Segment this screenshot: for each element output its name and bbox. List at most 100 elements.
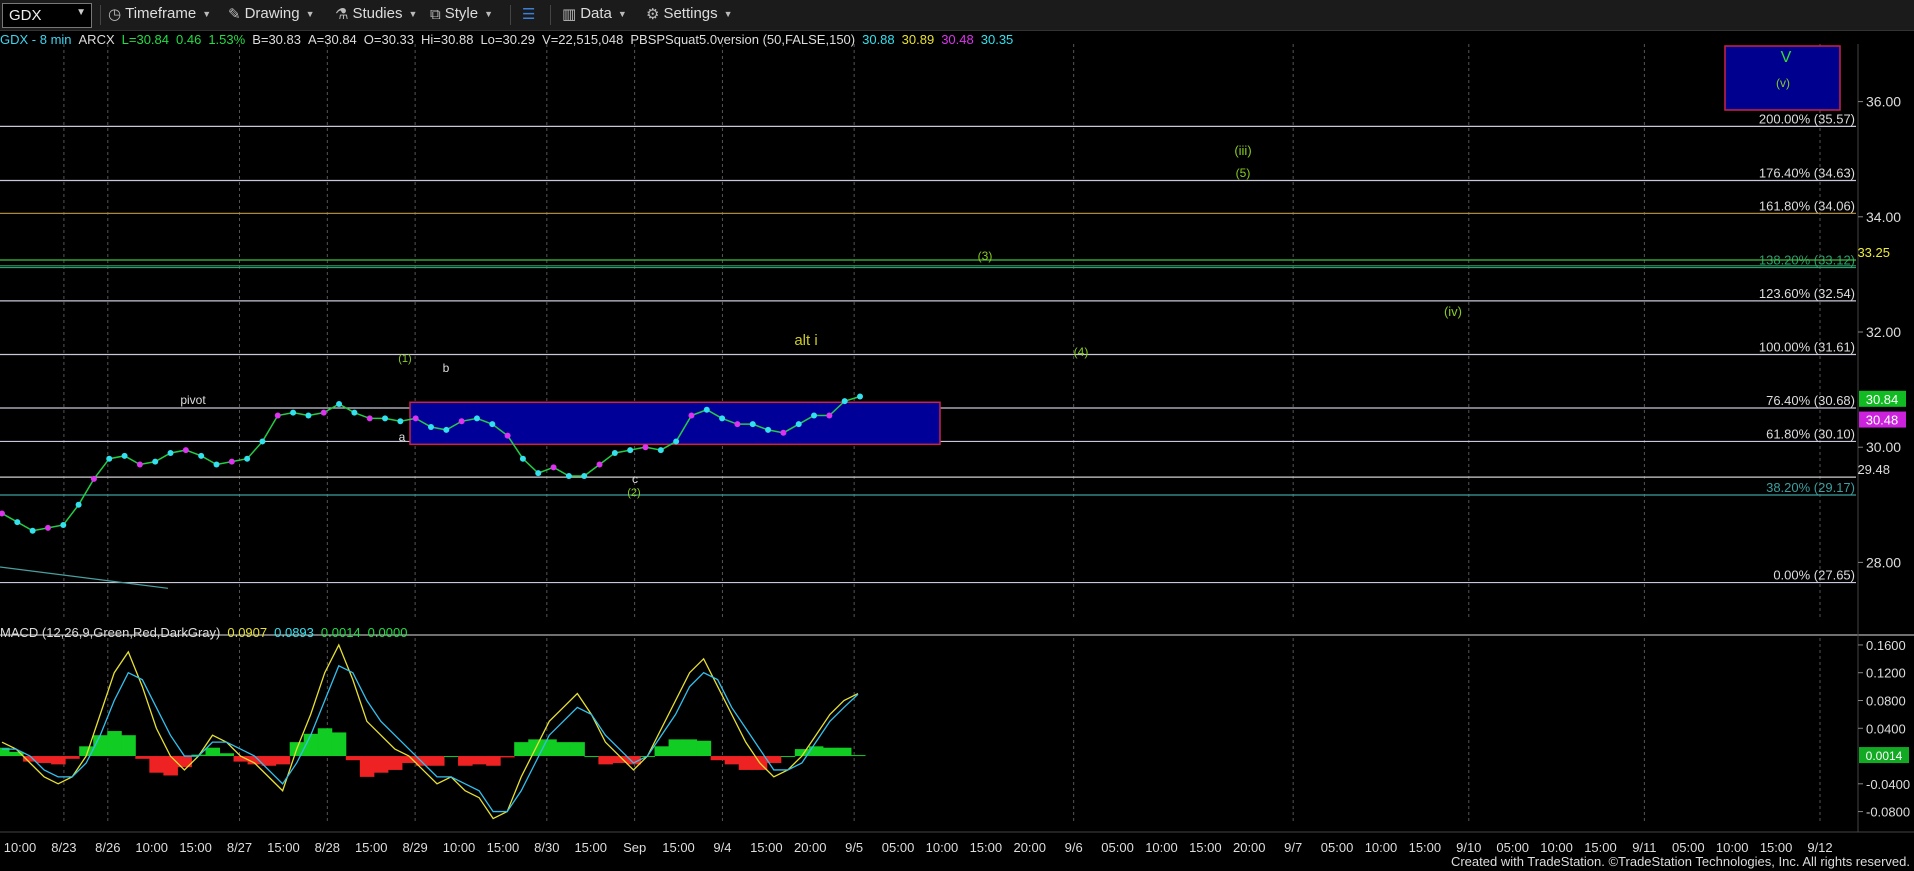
macd-histogram-bar (444, 756, 459, 758)
x-tick-label: 9/11 (1632, 840, 1656, 855)
macd-y-tick-label: 0.1200 (1866, 666, 1906, 681)
macd-info-bar: MACD (12,26,9,Green,Red,DarkGray) 0.0907 0… (0, 625, 414, 641)
chevron-down-icon: ▼ (617, 9, 627, 20)
high: Hi=30.88 (421, 32, 474, 47)
price-dot (213, 461, 220, 468)
wave-label: pivot (180, 393, 206, 407)
gear-icon: ⚙ (646, 6, 660, 24)
layout-button[interactable]: ☰ (522, 5, 539, 25)
y-tick-label: 34.00 (1866, 209, 1901, 225)
x-tick-label: 9/4 (713, 840, 731, 855)
settings-label: Settings (663, 5, 718, 22)
x-tick-label: 15:00 (750, 840, 783, 855)
bid: B=30.83 (252, 32, 301, 47)
wave-label: (5) (1236, 166, 1251, 180)
symbol-interval: GDX - 8 min (0, 32, 72, 47)
data-button[interactable]: ▥ Data ▼ (562, 5, 627, 25)
x-tick-label: 15:00 (487, 840, 520, 855)
indicator-value-1: 30.88 (862, 32, 895, 47)
y-tick-label: 36.00 (1866, 94, 1901, 110)
indicator-value-2: 30.89 (901, 32, 935, 47)
x-tick-label: 8/27 (227, 840, 252, 855)
macd-histogram-bar (808, 746, 824, 757)
x-tick-label: 20:00 (1013, 840, 1046, 855)
price-dot (749, 421, 756, 428)
price-tag-label: 30.48 (1866, 413, 1899, 428)
drawing-button[interactable]: ✎ Drawing ▼ (228, 5, 315, 25)
price-dot (765, 426, 772, 433)
price-dot (642, 444, 649, 451)
fib-label: 61.80% (30.10) (1766, 426, 1855, 441)
wave-label: alt i (794, 332, 817, 349)
macd-histogram-bar (51, 756, 66, 765)
wave-label: c (632, 472, 638, 486)
chevron-down-icon: ▼ (484, 9, 493, 20)
price-dot (458, 418, 465, 425)
price-dot (857, 393, 863, 400)
price-dot (75, 501, 82, 508)
symbol-selector[interactable]: GDX ▼ (2, 3, 92, 28)
x-tick-label: 8/29 (402, 840, 427, 855)
price-dot (136, 461, 143, 468)
x-tick-label: 8/30 (534, 840, 559, 855)
studies-button[interactable]: ⚗ Studies ▼ (335, 5, 417, 25)
x-tick-label: 15:00 (267, 840, 300, 855)
macd-histogram-bar (598, 756, 613, 765)
price-dot (121, 452, 128, 459)
ask: A=30.84 (307, 32, 357, 47)
pct-change: 1.53% (208, 32, 246, 47)
price-and-macd-chart[interactable]: 10:00 8/23 8/26 10:00 15:00 8/27 15:00 8/28 15:0… (0, 0, 1914, 871)
x-tick-label: Sep (623, 840, 646, 855)
macd-histogram-bar (331, 732, 347, 757)
x-tick-label: 10:00 (1145, 840, 1178, 855)
price-dot (44, 524, 51, 531)
price-dot (688, 412, 695, 419)
fib-label: 76.40% (30.68) (1766, 393, 1855, 408)
price-dot (336, 401, 343, 407)
x-tick-label: 8/23 (51, 840, 76, 855)
macd-histogram-bar (822, 747, 838, 757)
x-tick-label: 10:00 (443, 840, 476, 855)
price-dot (673, 438, 680, 445)
x-tick-label: 15:00 (970, 840, 1003, 855)
volume: V=22,515,048 (542, 32, 624, 47)
macd-histogram-bar (542, 739, 557, 757)
price-dot (290, 409, 297, 416)
macd-histogram-bar (472, 756, 487, 765)
price-dot (244, 455, 251, 462)
chevron-down-icon: ▼ (305, 9, 315, 20)
price-dot (60, 521, 67, 528)
x-tick-label: 10:00 (1365, 840, 1398, 855)
x-tick-label: 15:00 (179, 840, 212, 855)
price-dot (259, 438, 266, 445)
style-button[interactable]: ⧉ Style ▼ (430, 5, 493, 25)
toolbar: GDX ▼ ◷ Timeframe ▼ ✎ Drawing ▼ ⚗ Studies ▼ ⧉ S… (0, 0, 1914, 31)
x-tick-label: 10:00 (135, 840, 168, 855)
x-tick-label: 15:00 (355, 840, 388, 855)
wave-label: b (443, 361, 450, 375)
macd-histogram-bar (107, 731, 122, 757)
macd-value-1: 0.0907 (227, 625, 268, 640)
x-tick-label: 10:00 (4, 840, 37, 855)
x-tick-label: 05:00 (1496, 840, 1529, 855)
price-dot (780, 429, 787, 436)
price-dot (198, 452, 205, 459)
price-dot (581, 473, 588, 479)
price-dot (428, 424, 434, 431)
macd-label: MACD (12,26,9,Green,Red,DarkGray) (0, 625, 221, 640)
data-label: Data (580, 5, 612, 22)
x-tick-label: 9/5 (845, 840, 863, 855)
clock-icon: ◷ (108, 6, 122, 24)
settings-button[interactable]: ⚙ Settings ▼ (646, 5, 733, 25)
macd-histogram-bar (205, 747, 221, 757)
timeframe-button[interactable]: ◷ Timeframe ▼ (108, 5, 211, 25)
x-tick-label: 20:00 (1233, 840, 1266, 855)
macd-histogram-bar (121, 735, 136, 757)
wave-label: a (399, 430, 406, 444)
macd-histogram-bar (135, 756, 150, 759)
price-dot (611, 449, 618, 456)
x-tick-label: 9/7 (1284, 840, 1302, 855)
x-tick-label: 9/12 (1807, 840, 1832, 855)
macd-y-tick-label: 0.1600 (1866, 638, 1906, 653)
macd-value-4: 0.0000 (367, 625, 408, 640)
